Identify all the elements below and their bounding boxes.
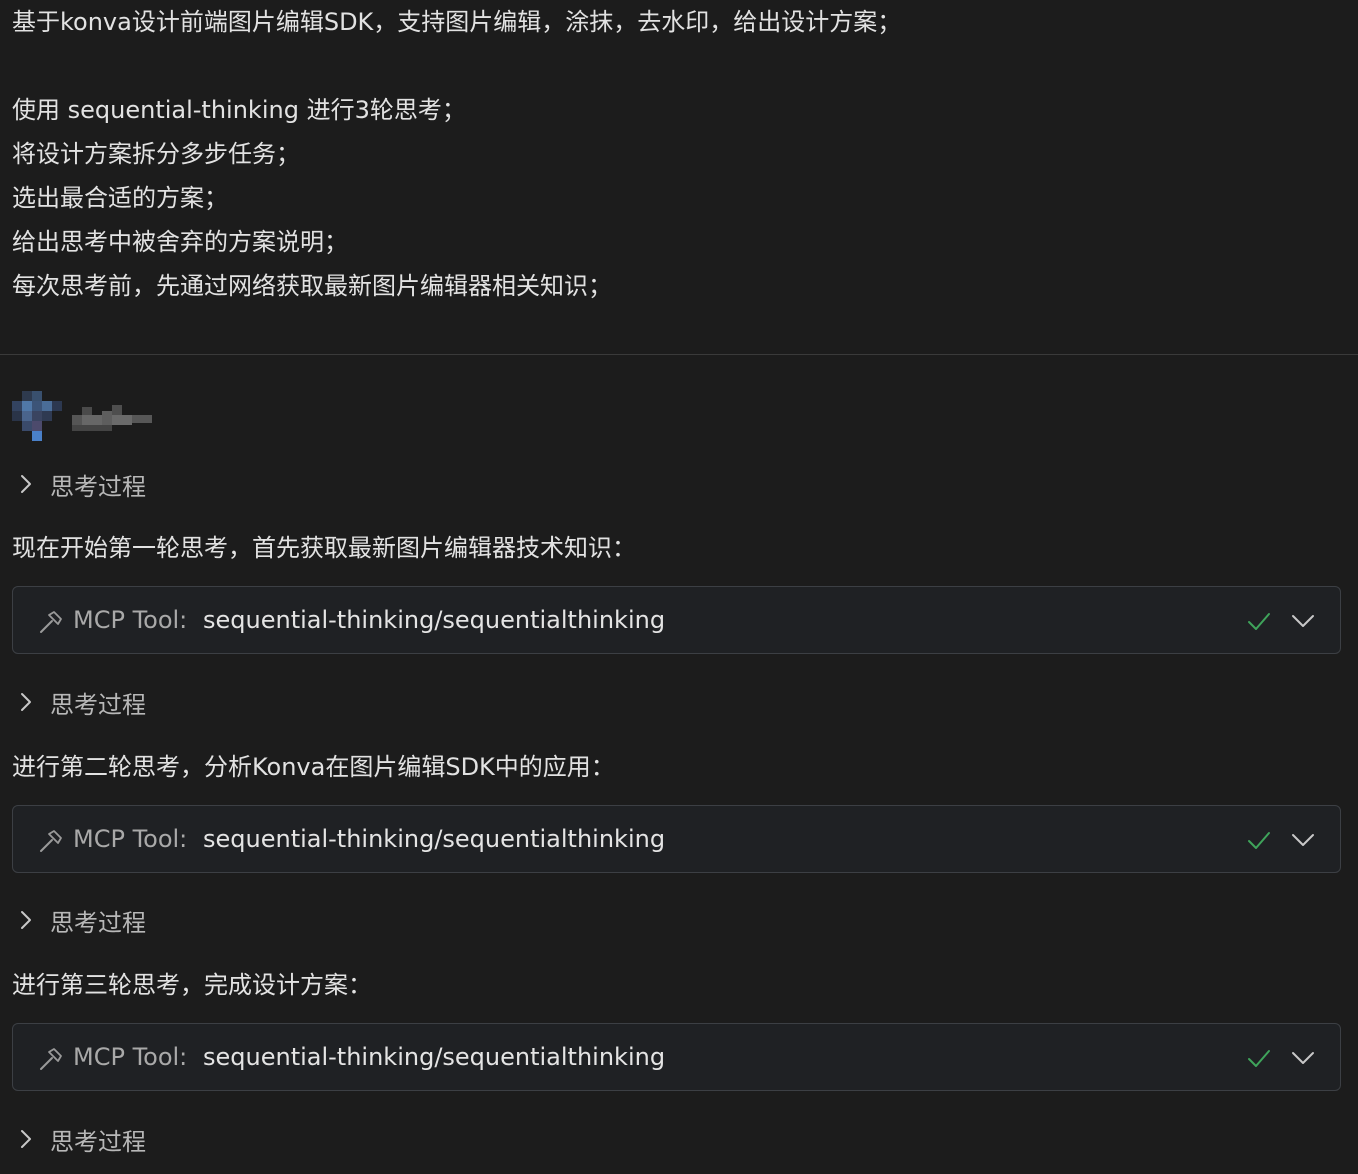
- chevron-right-icon: [21, 1130, 31, 1148]
- chevron-down-icon[interactable]: [1290, 828, 1316, 852]
- thinking-label: 思考过程: [50, 690, 146, 719]
- thinking-label: 思考过程: [50, 472, 146, 501]
- thinking-toggle[interactable]: 思考过程: [14, 900, 146, 940]
- chevron-down-icon[interactable]: [1290, 609, 1316, 633]
- thinking-toggle[interactable]: 思考过程: [14, 464, 146, 504]
- assistant-name-blurred: [72, 405, 152, 431]
- tool-prefix: MCP Tool:: [73, 606, 188, 634]
- user-message-line: 每次思考前，先通过网络获取最新图片编辑器相关知识；: [12, 272, 612, 300]
- thinking-toggle[interactable]: 思考过程: [14, 682, 146, 722]
- tool-name: sequential-thinking/sequentialthinking: [203, 606, 666, 634]
- user-message-line: [12, 46, 1342, 90]
- thinking-label: 思考过程: [50, 908, 146, 937]
- check-icon: [1248, 832, 1270, 849]
- round-intro: 进行第三轮思考，完成设计方案：: [12, 971, 372, 999]
- chevron-right-icon: [21, 475, 31, 493]
- hammer-icon: [40, 611, 62, 633]
- chevron-down-icon[interactable]: [1290, 1046, 1316, 1070]
- user-message-line: 使用 sequential-thinking 进行3轮思考；: [12, 96, 466, 124]
- check-icon: [1248, 1050, 1270, 1067]
- user-message-line: 基于konva设计前端图片编辑SDK，支持图片编辑，涂抹，去水印，给出设计方案；: [12, 8, 902, 36]
- mcp-tool-card[interactable]: MCP Tool: sequential-thinking/sequential…: [12, 805, 1341, 873]
- avatar: [12, 391, 62, 441]
- thinking-toggle[interactable]: 思考过程: [14, 1119, 146, 1159]
- user-message: 基于konva设计前端图片编辑SDK，支持图片编辑，涂抹，去水印，给出设计方案；…: [12, 2, 1342, 310]
- hammer-icon: [40, 830, 62, 852]
- round-intro: 现在开始第一轮思考，首先获取最新图片编辑器技术知识：: [12, 534, 636, 562]
- tool-name: sequential-thinking/sequentialthinking: [203, 825, 666, 853]
- chevron-right-icon: [21, 911, 31, 929]
- round-intro: 进行第二轮思考，分析Konva在图片编辑SDK中的应用：: [12, 753, 615, 781]
- thinking-label: 思考过程: [50, 1127, 146, 1156]
- hammer-icon: [40, 1048, 62, 1070]
- mcp-tool-card[interactable]: MCP Tool: sequential-thinking/sequential…: [12, 586, 1341, 654]
- tool-name: sequential-thinking/sequentialthinking: [203, 1043, 666, 1071]
- user-message-line: 给出思考中被舍弃的方案说明；: [12, 228, 348, 256]
- chevron-right-icon: [21, 693, 31, 711]
- user-message-line: 选出最合适的方案；: [12, 184, 228, 212]
- mcp-tool-card[interactable]: MCP Tool: sequential-thinking/sequential…: [12, 1023, 1341, 1091]
- message-divider: [0, 354, 1358, 355]
- tool-prefix: MCP Tool:: [73, 1043, 188, 1071]
- user-message-line: 将设计方案拆分多步任务；: [12, 140, 300, 168]
- check-icon: [1248, 613, 1270, 630]
- tool-prefix: MCP Tool:: [73, 825, 188, 853]
- assistant-header: [12, 391, 212, 441]
